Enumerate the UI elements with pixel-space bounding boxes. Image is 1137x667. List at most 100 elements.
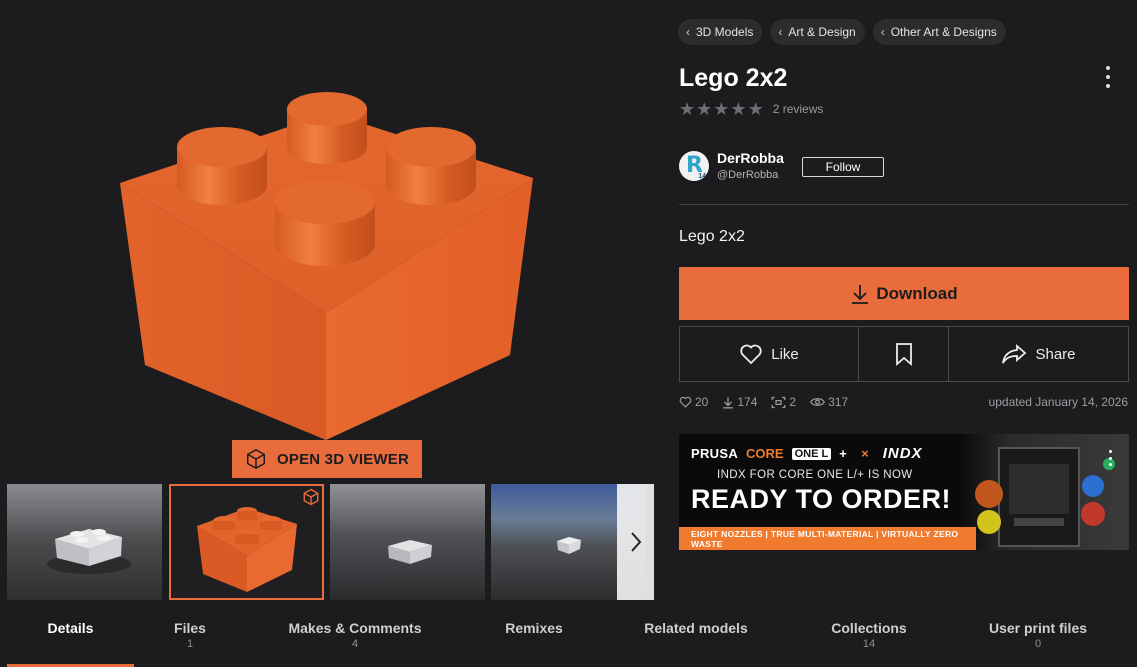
more-options-icon[interactable] (1100, 66, 1116, 88)
makes-stat: 2 (771, 395, 796, 409)
thumbnail-photo-1[interactable] (7, 484, 162, 600)
breadcrumb-3d-models[interactable]: ‹ 3D Models (678, 19, 763, 45)
author-block: R 14 DerRobba @DerRobba (679, 150, 784, 181)
tab-label: User print files (988, 620, 1088, 636)
bookmark-button[interactable] (859, 327, 949, 381)
downloads-count: 174 (737, 395, 758, 409)
chevron-right-icon (630, 532, 641, 552)
tab-count: 4 (351, 638, 359, 650)
ad-feature-bar: EIGHT NOZZLES | TRUE MULTI-MATERIAL | VI… (679, 527, 976, 550)
share-icon (1002, 344, 1027, 364)
downloads-stat: 174 (722, 395, 757, 409)
reviews-count[interactable]: 2 reviews (773, 102, 824, 116)
render-thumbnail-image (197, 507, 297, 592)
heart-icon (740, 344, 762, 365)
3d-model-indicator-icon (303, 488, 319, 506)
open-3d-viewer-label: OPEN 3D VIEWER (277, 450, 409, 468)
star-icon: ★ (696, 99, 713, 119)
share-button[interactable]: Share (949, 327, 1128, 381)
model-page: OPEN 3D VIEWER ‹ 3D Models ‹ Art & Desig… (0, 0, 1137, 667)
download-icon (852, 284, 869, 304)
chevron-left-icon: ‹ (686, 25, 690, 39)
tab-label: Details (47, 620, 94, 636)
open-3d-viewer-button[interactable]: OPEN 3D VIEWER (232, 440, 422, 478)
model-stats: 20 174 2 317 (679, 395, 848, 409)
action-bar: Like Share (679, 326, 1129, 382)
cube-icon (247, 448, 265, 470)
advertisement-banner[interactable]: PRUSA CORE ONE L + × INDX INDX FOR CORE … (679, 434, 1129, 550)
tab-label: Related models (644, 620, 748, 636)
share-label: Share (1035, 345, 1076, 363)
star-icon: ★ (679, 99, 696, 119)
tab-files[interactable]: Files 1 (150, 620, 230, 650)
star-icon: ★ (713, 99, 730, 119)
thumbnail-photo-2[interactable] (330, 484, 485, 600)
breadcrumb-other-art-designs[interactable]: ‹ Other Art & Designs (872, 19, 1006, 45)
tab-count: 1 (186, 638, 194, 650)
download-label: Download (876, 283, 958, 303)
heart-icon (679, 396, 692, 408)
breadcrumb-label: Art & Design (788, 25, 856, 39)
like-button[interactable]: Like (680, 327, 859, 381)
next-thumbnails-button[interactable] (617, 484, 654, 600)
likes-stat: 20 (679, 395, 708, 409)
avatar-level-badge: 14 (698, 172, 706, 180)
chevron-left-icon: ‹ (778, 25, 783, 39)
ad-product-badge: ONE L (791, 447, 832, 460)
tab-details[interactable]: Details (7, 620, 134, 638)
rating[interactable]: ★ ★ ★ ★ ★ 2 reviews (679, 100, 823, 118)
tab-count: 0 (1034, 638, 1042, 650)
breadcrumb-label: 3D Models (696, 25, 754, 39)
breadcrumb: ‹ 3D Models ‹ Art & Design ‹ Other Art &… (678, 19, 1006, 45)
model-description: Lego 2x2 (679, 228, 745, 245)
follow-button[interactable]: Follow (802, 157, 884, 177)
makes-count: 2 (789, 395, 797, 409)
ad-logos: PRUSA CORE ONE L + × INDX (691, 445, 923, 462)
thumbnail-strip (7, 484, 654, 600)
avatar[interactable]: R 14 (679, 150, 709, 181)
ad-cross: × (861, 446, 869, 461)
ad-printer-image (959, 434, 1129, 550)
lego-brick-render (120, 92, 533, 440)
updated-date: updated January 14, 2026 (988, 395, 1128, 409)
like-label: Like (771, 345, 799, 363)
ad-headline: READY TO ORDER! (691, 484, 952, 514)
ad-partner: INDX (882, 445, 923, 462)
breadcrumb-label: Other Art & Designs (890, 25, 997, 39)
author-handle: @DerRobba (717, 169, 779, 181)
tab-label: Remixes (505, 620, 563, 636)
photo-thumbnail-image (7, 484, 162, 600)
eye-icon (810, 398, 826, 406)
ad-product: CORE (746, 446, 784, 461)
ad-plus: + (839, 446, 848, 461)
tab-collections[interactable]: Collections 14 (809, 620, 929, 650)
model-viewer[interactable]: OPEN 3D VIEWER (0, 0, 650, 478)
download-icon (723, 396, 734, 408)
ad-brand: PRUSA (691, 446, 739, 461)
star-icon: ★ (730, 99, 747, 119)
tab-related-models[interactable]: Related models (626, 620, 766, 638)
breadcrumb-art-design[interactable]: ‹ Art & Design (770, 19, 865, 45)
star-icon: ★ (747, 99, 764, 119)
tab-count: 14 (862, 638, 876, 650)
ad-line-1: INDX FOR CORE ONE L/+ IS NOW (717, 469, 913, 481)
divider (679, 204, 1129, 205)
tab-makes-comments[interactable]: Makes & Comments 4 (270, 620, 440, 650)
views-count: 317 (828, 395, 849, 409)
bookmark-icon (895, 343, 912, 366)
chevron-left-icon: ‹ (880, 25, 885, 39)
tab-label: Collections (831, 620, 907, 636)
tab-user-print-files[interactable]: User print files 0 (968, 620, 1108, 650)
photo-thumbnail-image (330, 484, 485, 600)
print-scan-icon (772, 396, 786, 408)
ad-more-options-icon[interactable] (1109, 450, 1113, 466)
author-name[interactable]: DerRobba (717, 150, 784, 166)
likes-count: 20 (695, 395, 709, 409)
model-title: Lego 2x2 (679, 64, 788, 92)
thumbnail-render-selected[interactable] (169, 484, 324, 600)
tab-label: Makes & Comments (288, 620, 422, 636)
tab-remixes[interactable]: Remixes (484, 620, 584, 638)
download-button[interactable]: Download (679, 267, 1129, 320)
views-stat: 317 (810, 395, 848, 409)
detail-tabs: Details Files 1 Makes & Comments 4 Remix… (0, 620, 1137, 667)
